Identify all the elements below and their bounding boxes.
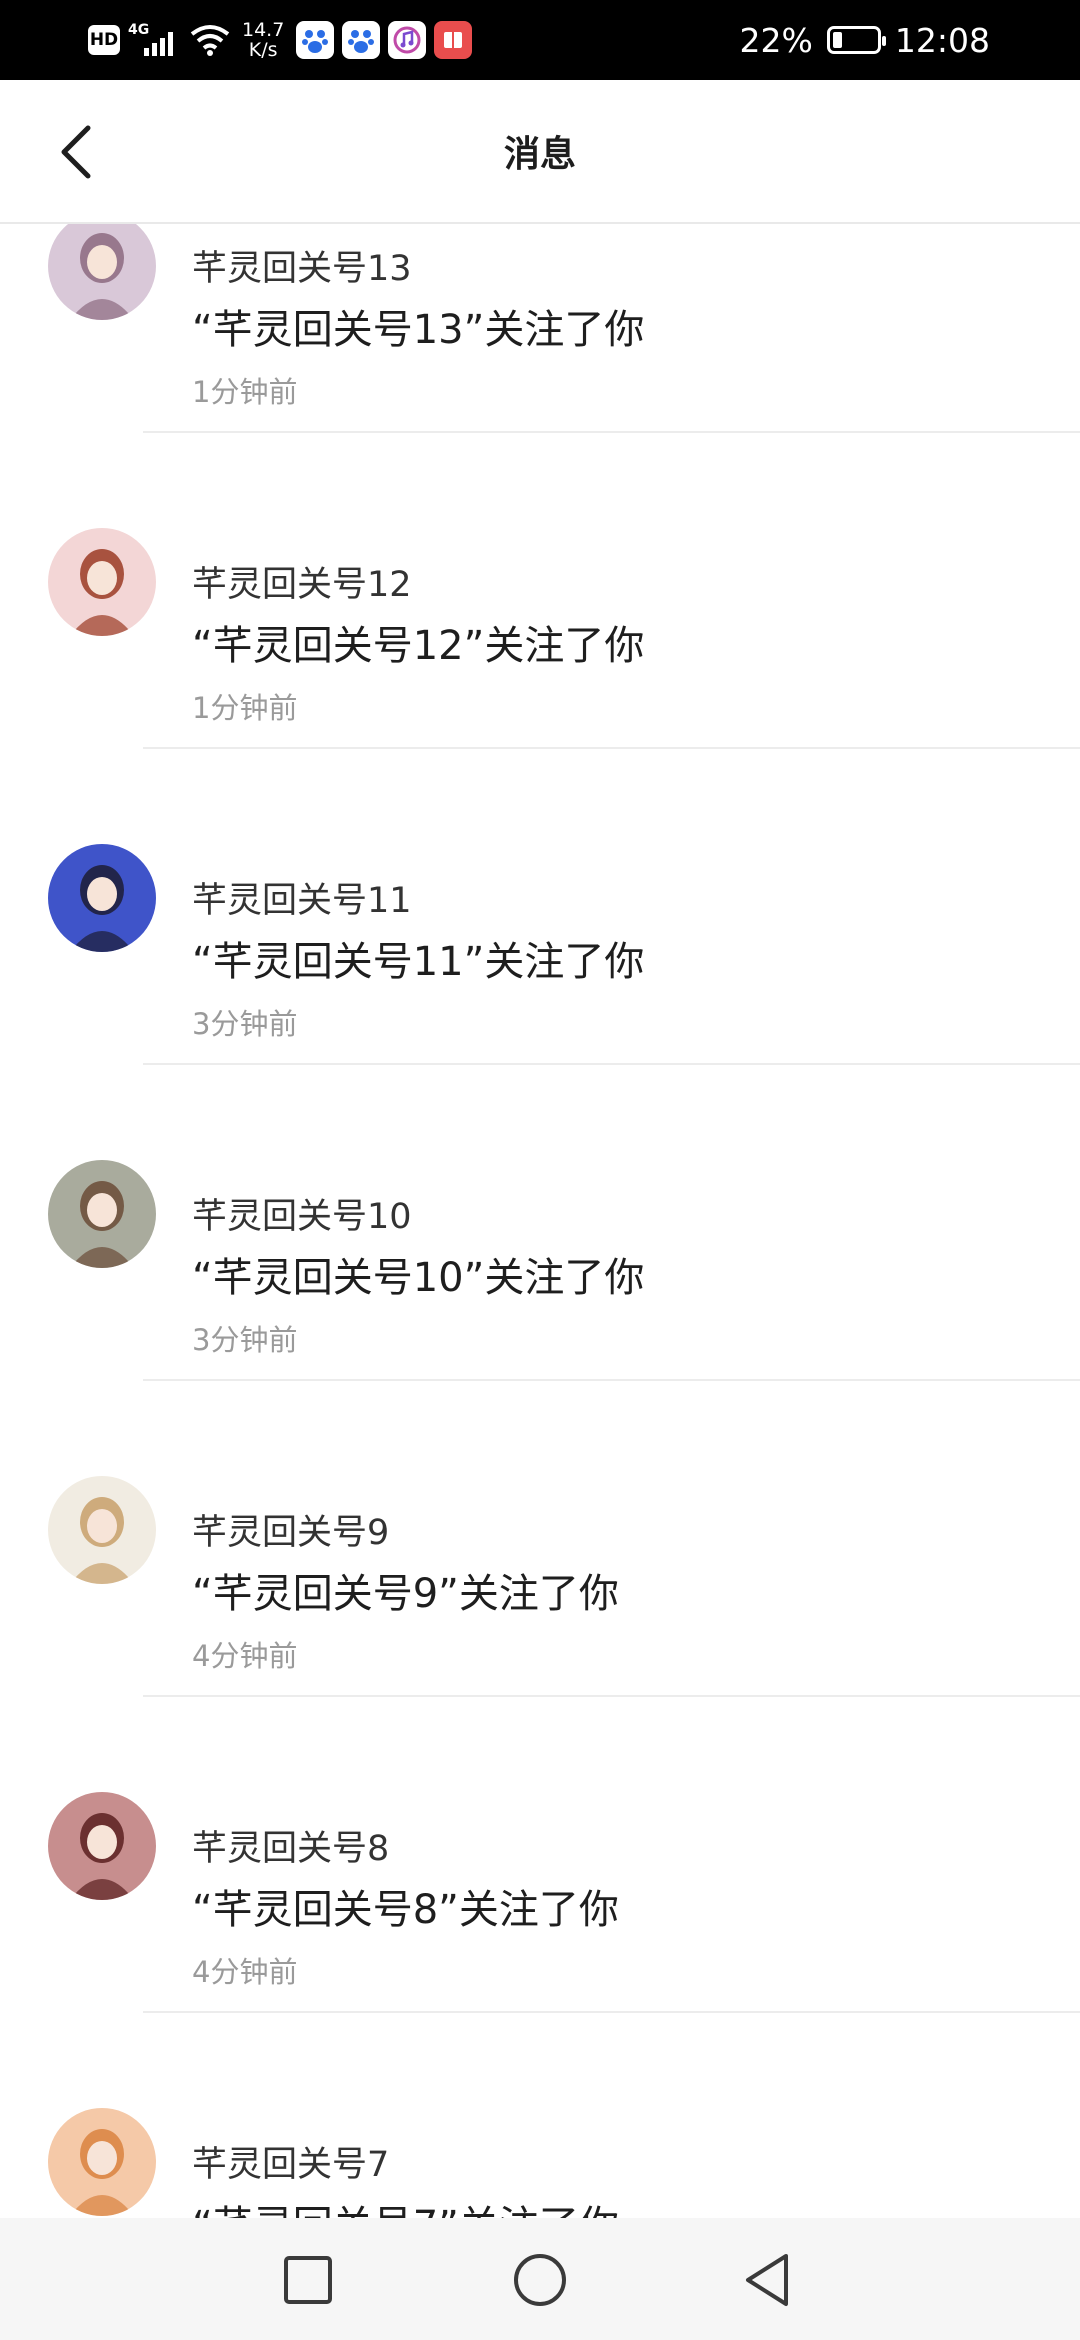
- back-nav-button[interactable]: [728, 2240, 808, 2320]
- notification-list[interactable]: 芊灵回关号13 “芊灵回关号13”关注了你 1分钟前 芊灵回关号12 “芊灵回关号12”…: [0, 222, 1080, 2222]
- notification-time: 1分钟前: [192, 691, 298, 725]
- avatar[interactable]: [48, 2108, 156, 2216]
- speed-value: 14.7: [242, 19, 285, 41]
- sender-name: 芊灵回关号8: [192, 1829, 390, 1869]
- sender-name: 芊灵回关号11: [192, 881, 412, 921]
- notification-message: “芊灵回关号11”关注了你: [192, 939, 645, 985]
- book-icon: [434, 21, 473, 59]
- notification-time: 3分钟前: [192, 1007, 298, 1041]
- notification-time: 4分钟前: [192, 1955, 298, 1989]
- sender-name: 芊灵回关号12: [192, 565, 412, 605]
- avatar[interactable]: [48, 1792, 156, 1900]
- status-bar: HD 4G 14.7 K/s 22% 12:08: [0, 0, 1080, 80]
- notification-message: “芊灵回关号9”关注了你: [192, 1571, 619, 1617]
- notification-message: “芊灵回关号13”关注了你: [192, 307, 645, 353]
- page-title: 消息: [503, 134, 576, 175]
- sender-name: 芊灵回关号7: [192, 2145, 390, 2185]
- sender-name: 芊灵回关号10: [192, 1197, 412, 1237]
- triangle-back-icon: [746, 2254, 788, 2306]
- network-speed: 14.7 K/s: [242, 20, 284, 60]
- baidu-icon: [342, 21, 381, 59]
- notification-time: 3分钟前: [192, 1323, 298, 1357]
- notification-item[interactable]: 芊灵回关号10 “芊灵回关号10”关注了你 3分钟前: [0, 1065, 1080, 1381]
- notification-item[interactable]: 芊灵回关号11 “芊灵回关号11”关注了你 3分钟前: [0, 749, 1080, 1065]
- notification-item[interactable]: 芊灵回关号7“芊灵回关号7”关注了你: [0, 2013, 1080, 2222]
- notification-message: “芊灵回关号8”关注了你: [192, 1887, 619, 1933]
- status-left: HD 4G 14.7 K/s: [88, 0, 473, 80]
- sender-name: 芊灵回关号9: [192, 1513, 390, 1553]
- signal-icon: 4G: [128, 20, 182, 60]
- music-icon: [388, 21, 427, 59]
- avatar[interactable]: [48, 1476, 156, 1584]
- status-right: 22% 12:08: [740, 0, 990, 80]
- battery-percent: 22%: [739, 20, 813, 60]
- app-header: 消息: [0, 80, 1080, 224]
- sender-name: 芊灵回关号13: [192, 249, 412, 289]
- hd-badge: HD: [88, 25, 120, 55]
- clock: 12:08: [894, 20, 990, 60]
- avatar[interactable]: [48, 1160, 156, 1268]
- speed-unit: K/s: [248, 39, 278, 61]
- recents-button[interactable]: [268, 2240, 348, 2320]
- notification-time: 4分钟前: [192, 1639, 298, 1673]
- avatar[interactable]: [48, 222, 156, 320]
- notification-item[interactable]: 芊灵回关号13 “芊灵回关号13”关注了你 1分钟前: [0, 222, 1080, 433]
- notification-time: 1分钟前: [192, 375, 298, 409]
- notification-item[interactable]: 芊灵回关号8 “芊灵回关号8”关注了你 4分钟前: [0, 1697, 1080, 2013]
- notification-item[interactable]: 芊灵回关号12 “芊灵回关号12”关注了你 1分钟前: [0, 433, 1080, 749]
- notification-item[interactable]: 芊灵回关号9 “芊灵回关号9”关注了你 4分钟前: [0, 1381, 1080, 1697]
- notification-message: “芊灵回关号12”关注了你: [192, 623, 645, 669]
- battery-icon: [826, 26, 886, 54]
- avatar[interactable]: [48, 844, 156, 952]
- square-icon: [284, 2256, 332, 2304]
- notification-message: “芊灵回关号10”关注了你: [192, 1255, 645, 1301]
- baidu-icon: [296, 21, 335, 59]
- battery-fill: [832, 32, 842, 48]
- avatar[interactable]: [48, 528, 156, 636]
- system-nav-bar: [0, 2218, 1080, 2340]
- circle-icon: [514, 2254, 566, 2306]
- wifi-icon: [190, 25, 230, 56]
- home-button[interactable]: [500, 2240, 580, 2320]
